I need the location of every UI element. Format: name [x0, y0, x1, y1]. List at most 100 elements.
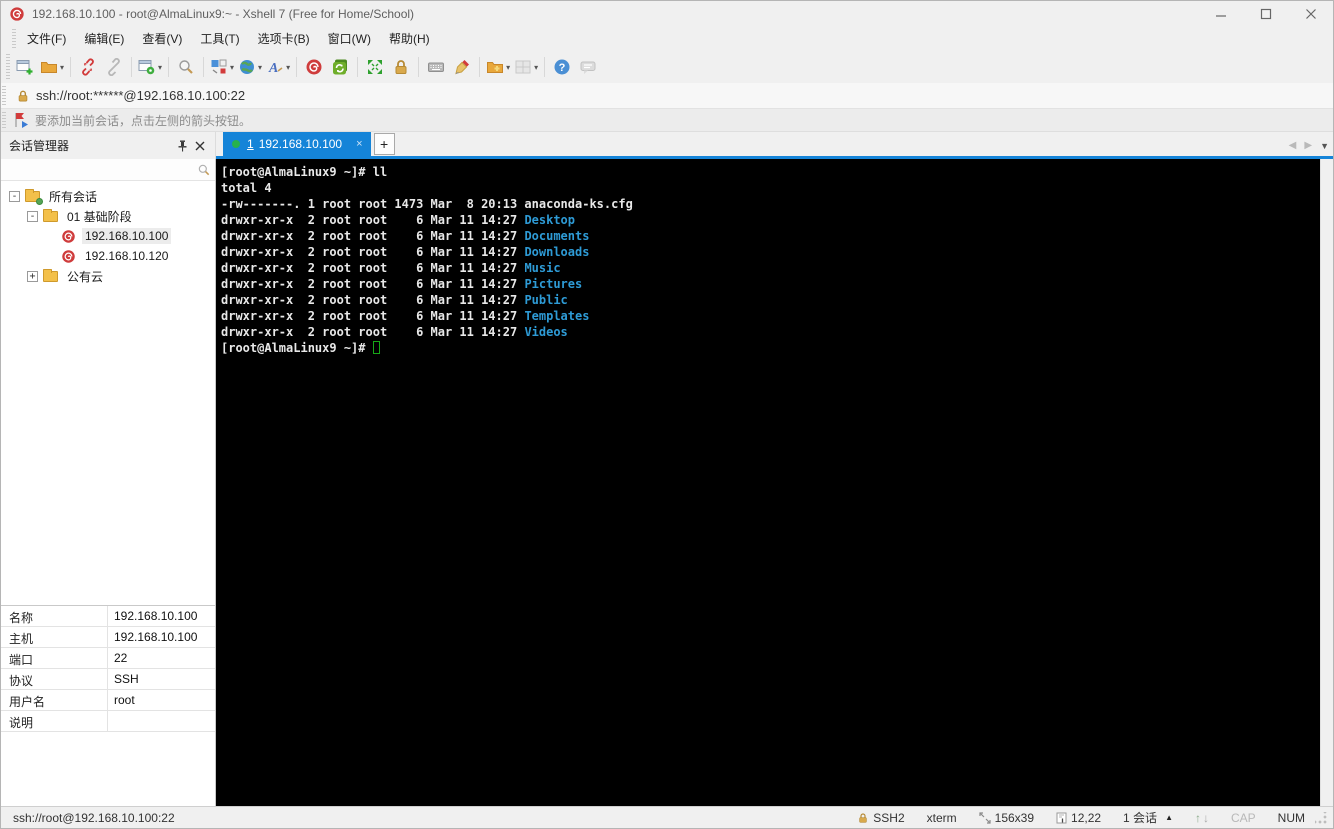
xshell-icon — [306, 59, 322, 75]
disconnect-button[interactable] — [75, 54, 101, 80]
open-session-folder-button[interactable]: ▾ — [38, 54, 66, 80]
connected-status-dot — [232, 140, 240, 148]
tree-item-label: 公有云 — [67, 269, 104, 284]
folder-icon — [43, 269, 59, 283]
tab-session-192-168-10-100[interactable]: 1 192.168.10.100 × — [223, 132, 371, 156]
reconnect-button[interactable] — [101, 54, 127, 80]
toolbar-separator — [168, 57, 170, 77]
toolbar-separator — [296, 57, 298, 77]
lock-button[interactable] — [388, 54, 414, 80]
tree-item--[interactable]: - 所有会话 — [1, 186, 215, 206]
reconnect-icon — [108, 58, 120, 76]
feedback-button[interactable] — [575, 54, 601, 80]
menu-item[interactable]: 文件(F) — [18, 27, 75, 50]
scroll-up-icon[interactable]: ↑ — [1195, 811, 1201, 825]
virtual-keyboard-button[interactable] — [423, 54, 449, 80]
toolbar: ▾ ▾ ▾ ▾ A ▾ ▾ ▾ ? — [1, 51, 1333, 83]
property-row: 端口 22 — [1, 648, 215, 669]
session-manager-title: 会话管理器 — [9, 139, 70, 153]
tree-item-01-[interactable]: - 01 基础阶段 — [1, 206, 215, 226]
tree-item-192.168.10.120[interactable]: 192.168.10.120 — [1, 246, 215, 266]
property-value: root — [114, 693, 135, 707]
property-label: 主机 — [1, 627, 108, 647]
xshell-button[interactable] — [301, 54, 327, 80]
resize-grip[interactable] — [1315, 811, 1327, 824]
terminal-screen[interactable]: [root@AlmaLinux9 ~]# ll total 4 -rw-------… — [216, 159, 1320, 806]
menu-item[interactable]: 帮助(H) — [380, 27, 439, 50]
directory-name: Desktop — [524, 213, 576, 227]
session-tree: - 所有会话 -01 基础阶段 192.168.10.100 192.168.10.12… — [1, 181, 215, 605]
tab-scroll-right-icon[interactable]: ▶ — [1304, 140, 1312, 151]
scroll-down-icon[interactable]: ↓ — [1203, 811, 1209, 825]
folder-all-sessions-icon — [25, 189, 43, 205]
collapse-icon[interactable]: - — [27, 210, 38, 222]
tree-item-192.168.10.100[interactable]: 192.168.10.100 — [1, 226, 215, 246]
tree-item-label: 192.168.10.100 — [82, 228, 172, 244]
property-row: 主机 192.168.10.100 — [1, 627, 215, 648]
terminal-area: [root@AlmaLinux9 ~]# ll total 4 -rw-------… — [216, 159, 1333, 806]
tab-list-dropdown-icon[interactable]: ▼ — [1320, 141, 1329, 151]
session-dropup-icon[interactable]: ▲ — [1165, 813, 1173, 822]
toolbar-grip — [6, 54, 10, 80]
pin-button[interactable] — [173, 137, 191, 155]
tree-item--[interactable]: + 公有云 — [1, 266, 215, 286]
chevron-down-icon: ▾ — [230, 62, 235, 72]
expand-icon[interactable]: + — [27, 270, 38, 282]
property-value — [108, 711, 215, 731]
new-session-folder-button[interactable]: ▾ — [484, 54, 512, 80]
fullscreen-button[interactable] — [362, 54, 388, 80]
tree-item-label: 01 基础阶段 — [67, 209, 132, 224]
terminal-line: -rw-------. 1 root root 1473 Mar 8 20:13… — [221, 197, 633, 211]
layout-button[interactable]: ▾ — [208, 54, 236, 80]
minimize-button[interactable] — [1198, 1, 1243, 26]
tab-nav: ◀ ▶ ▼ — [1289, 140, 1329, 151]
session-search-row — [1, 159, 215, 181]
terminal-scrollbar[interactable] — [1320, 159, 1333, 806]
menu-item[interactable]: 查看(V) — [133, 27, 191, 50]
address-url[interactable]: ssh://root:******@192.168.10.100:22 — [36, 88, 245, 103]
toolbar-separator — [357, 57, 359, 77]
keyboard-icon — [428, 62, 445, 72]
status-session-count[interactable]: 1 会话 ▲ — [1123, 809, 1173, 826]
new-tab-button[interactable]: + — [373, 133, 395, 155]
help-button[interactable]: ? — [549, 54, 575, 80]
tab-close-icon[interactable]: × — [356, 138, 362, 150]
menu-item[interactable]: 窗口(W) — [319, 27, 380, 50]
font-button[interactable]: A ▾ — [264, 54, 292, 80]
window-title: 192.168.10.100 - root@AlmaLinux9:~ - Xsh… — [32, 6, 415, 21]
tab-scroll-left-icon[interactable]: ◀ — [1289, 140, 1297, 151]
terminal-line: drwxr-xr-x 2 root root 6 Mar 11 14:27 Mu… — [221, 261, 561, 275]
status-terminal-size-label: 156x39 — [994, 810, 1035, 825]
lock-icon — [859, 812, 867, 823]
menu-item[interactable]: 工具(T) — [191, 27, 248, 50]
property-label: 端口 — [1, 648, 108, 668]
terminal-line: drwxr-xr-x 2 root root 6 Mar 11 14:27 Pu… — [221, 293, 568, 307]
collapse-icon[interactable]: - — [9, 190, 20, 202]
chevron-down-icon: ▾ — [506, 62, 511, 72]
toolbar-separator — [418, 57, 420, 77]
menu-item[interactable]: 编辑(E) — [75, 27, 133, 50]
new-session-button[interactable] — [12, 54, 38, 80]
property-value: 192.168.10.100 — [114, 630, 198, 644]
new-folder-icon — [487, 62, 504, 73]
menu-item[interactable]: 选项卡(B) — [249, 27, 319, 50]
title-bar: 192.168.10.100 - root@AlmaLinux9:~ - Xsh… — [1, 1, 1333, 26]
session-manager-header: 会话管理器 — [1, 132, 216, 159]
menu-bar: 文件(F) 编辑(E) 查看(V) 工具(T) 选项卡(B) 窗口(W) 帮助(H) — [1, 26, 1333, 51]
xshell-window: 192.168.10.100 - root@AlmaLinux9:~ - Xsh… — [0, 0, 1334, 829]
address-bar[interactable]: ssh://root:******@192.168.10.100:22 — [1, 83, 1333, 109]
highlight-pen-button[interactable] — [449, 54, 475, 80]
notice-text: 要添加当前会话，点击左侧的箭头按钮。 — [35, 113, 252, 128]
xftp-button[interactable] — [327, 54, 353, 80]
toolbar-separator — [544, 57, 546, 77]
tile-view-button[interactable]: ▾ — [512, 54, 540, 80]
property-label: 用户名 — [1, 690, 108, 710]
session-properties-button[interactable]: ▾ — [136, 54, 164, 80]
web-button[interactable]: ▾ — [236, 54, 264, 80]
directory-name: Downloads — [524, 245, 590, 259]
maximize-button[interactable] — [1243, 1, 1288, 26]
close-button[interactable] — [1288, 1, 1333, 26]
close-panel-button[interactable] — [191, 137, 209, 155]
find-button[interactable] — [173, 54, 199, 80]
session-search-input[interactable] — [5, 160, 197, 179]
